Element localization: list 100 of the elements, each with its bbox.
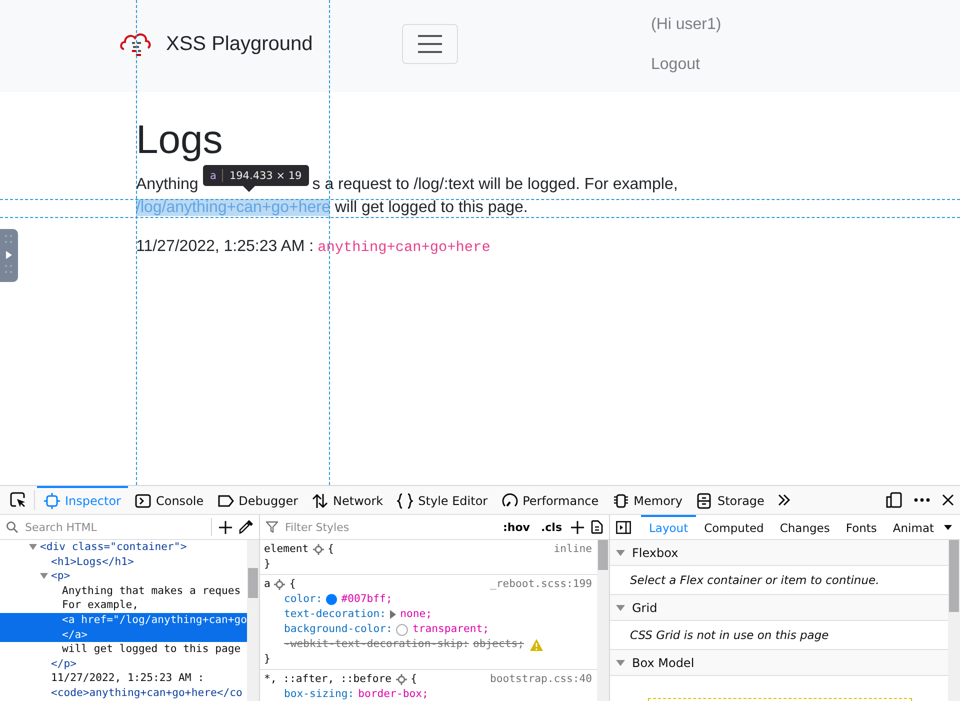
css-value[interactable]: transparent; xyxy=(412,622,489,637)
expand-triangle-icon xyxy=(616,604,625,610)
gear-icon[interactable] xyxy=(396,674,407,685)
tooltip-size: 194.433 × 19 xyxy=(229,170,302,182)
devtools-tab[interactable]: Memory xyxy=(606,486,690,514)
brace: { xyxy=(289,577,296,592)
rule-selector: a xyxy=(264,577,270,592)
rule-source-link[interactable]: bootstrap.css:40 xyxy=(490,672,592,687)
eyedropper-icon[interactable] xyxy=(239,520,253,534)
inspector-icon xyxy=(44,493,60,509)
brace: { xyxy=(410,672,417,687)
add-icon[interactable] xyxy=(219,520,232,534)
css-value[interactable]: #007bff; xyxy=(341,592,392,607)
markup-node[interactable]: </p> xyxy=(0,656,247,672)
filter-field[interactable]: Filter Styles xyxy=(285,520,494,534)
markup-node[interactable]: <div class="container"> xyxy=(0,540,247,555)
markup-node[interactable]: <p> xyxy=(0,569,247,584)
transparent-swatch[interactable] xyxy=(396,624,408,636)
css-property[interactable]: background-color: xyxy=(284,622,392,637)
sidebar-tab[interactable]: Animat xyxy=(884,514,942,540)
rule-source-link[interactable]: _reboot.scss:199 xyxy=(490,577,592,592)
markup-node[interactable]: <code>anything+can+go+here</co xyxy=(0,686,247,701)
debugger-icon xyxy=(218,493,234,509)
page-heading: Logs xyxy=(136,117,224,164)
tooltip-tag: a xyxy=(210,170,216,182)
menu-icon xyxy=(418,35,442,53)
close-icon[interactable] xyxy=(942,494,954,506)
scrollbar[interactable] xyxy=(948,540,960,701)
filter-icon xyxy=(266,521,278,533)
css-property[interactable]: color: xyxy=(284,592,322,607)
log-text: anything+can+go+here xyxy=(318,240,490,256)
expand-triangle-icon xyxy=(616,550,625,556)
class-toggle[interactable]: .cls xyxy=(538,520,564,534)
css-property[interactable]: box-sizing: xyxy=(284,687,354,701)
devtools-tab[interactable]: Performance xyxy=(494,486,606,514)
gear-icon[interactable] xyxy=(312,544,324,555)
markup-node[interactable]: will get logged to this page xyxy=(0,642,247,657)
element-picker-icon[interactable] xyxy=(10,492,26,508)
expand-triangle-icon[interactable] xyxy=(40,573,48,580)
gauge-icon xyxy=(502,493,518,509)
log-timestamp: 11/27/2022, 1:25:23 AM : xyxy=(136,238,314,255)
storage-icon xyxy=(696,493,712,509)
sidebar-toggle-icon[interactable] xyxy=(616,520,631,534)
gear-icon[interactable] xyxy=(274,579,286,590)
menu-toggle-button[interactable] xyxy=(402,24,458,64)
rule-selector: *, ::after, ::before xyxy=(264,672,392,687)
devtools-tab[interactable]: Style Editor xyxy=(390,486,495,514)
intro-text: will get logged to this page. xyxy=(334,199,528,216)
overflow-chevron-icon[interactable] xyxy=(777,493,792,507)
brand-link[interactable]: XSS Playground xyxy=(166,32,313,56)
responsive-mode-icon[interactable] xyxy=(886,492,902,508)
logout-link[interactable]: Logout xyxy=(651,53,722,77)
section-header[interactable]: Flexbox xyxy=(610,540,948,566)
scrollbar[interactable] xyxy=(597,540,609,701)
add-rule-icon[interactable] xyxy=(571,520,584,534)
expand-triangle-icon[interactable] xyxy=(29,544,37,550)
dropdown-caret-icon[interactable] xyxy=(944,524,952,530)
markup-node[interactable]: Anything that makes a reques xyxy=(0,584,247,598)
markup-node[interactable]: For example, xyxy=(0,598,247,613)
search-icon xyxy=(6,521,18,533)
devtools-tab[interactable]: Storage xyxy=(689,486,772,514)
markup-node[interactable]: </a> xyxy=(0,628,247,642)
css-value[interactable]: border-box; xyxy=(358,687,428,701)
css-property[interactable]: text-decoration: xyxy=(284,607,386,622)
expand-arrow-icon[interactable] xyxy=(390,610,396,619)
devtools-tab[interactable]: Console xyxy=(128,486,211,514)
braces-icon xyxy=(397,493,414,509)
rule-selector: element xyxy=(264,542,309,557)
chip-icon xyxy=(612,493,629,509)
hover-toggle[interactable]: :hov xyxy=(501,520,532,534)
css-property[interactable]: -webkit-text-decoration-skip: xyxy=(284,637,469,652)
network-icon xyxy=(312,493,328,509)
brace: { xyxy=(328,542,334,557)
user-greeting: (Hi user1) xyxy=(651,15,722,35)
intro-text: Anything xyxy=(136,176,198,193)
search-field[interactable]: Search HTML xyxy=(25,520,204,534)
sidebar-tab[interactable]: Computed xyxy=(696,514,772,540)
document-icon[interactable] xyxy=(591,520,603,534)
more-icon[interactable] xyxy=(914,498,930,502)
sidebar-tab[interactable]: Changes xyxy=(772,514,838,540)
css-value[interactable]: none; xyxy=(400,607,432,622)
markup-node[interactable]: 11/27/2022, 1:25:23 AM : xyxy=(0,671,247,686)
css-value[interactable]: objects; xyxy=(472,637,524,652)
devtools-tab[interactable]: Network xyxy=(305,486,390,514)
warning-icon xyxy=(530,638,543,650)
rule-source-link[interactable]: inline xyxy=(554,542,592,557)
console-icon xyxy=(134,493,151,509)
intro-text: s a request to /log/:text will be logged. For example, xyxy=(312,176,678,193)
devtools-tab[interactable]: Debugger xyxy=(210,486,306,514)
sidebar-tab[interactable]: Fonts xyxy=(838,514,885,540)
section-header[interactable]: Grid xyxy=(610,595,948,621)
markup-node[interactable]: <a href="/log/anything+can+go xyxy=(0,612,247,628)
sidebar-toggle-handle[interactable] xyxy=(0,229,19,282)
scrollbar[interactable] xyxy=(247,540,259,701)
expand-triangle-icon xyxy=(616,660,625,666)
section-header[interactable]: Box Model xyxy=(610,650,948,676)
brace: } xyxy=(264,557,270,572)
brace: } xyxy=(264,652,270,667)
markup-node[interactable]: <h1>Logs</h1> xyxy=(0,554,247,570)
color-swatch[interactable] xyxy=(326,594,338,605)
